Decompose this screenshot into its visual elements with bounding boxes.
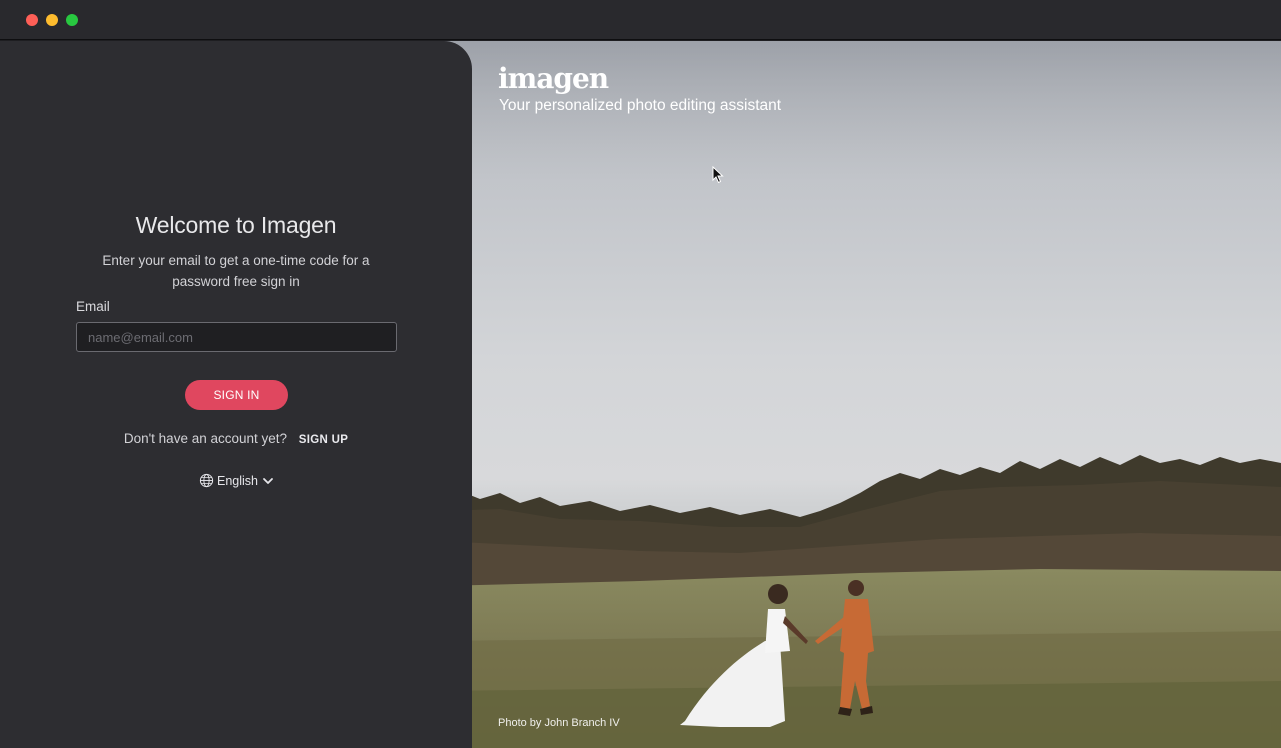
hero-photo-illustration [440, 41, 1281, 748]
email-input[interactable] [76, 322, 397, 352]
title-bar [0, 0, 1281, 40]
hero-tagline: Your personalized photo editing assistan… [499, 97, 782, 114]
no-account-text: Don't have an account yet? [123, 431, 288, 446]
imagen-logo: imagen [498, 62, 609, 95]
hero-photo [440, 41, 1281, 748]
globe-icon [199, 473, 214, 488]
zoom-window-button[interactable] [66, 14, 78, 26]
welcome-title: Welcome to Imagen [135, 212, 337, 238]
signup-row: Don't have an account yet? SIGN UP [0, 431, 472, 446]
chevron-down-icon [263, 477, 273, 484]
language-label: English [217, 473, 258, 488]
photo-credit: Photo by John Branch IV [498, 717, 620, 729]
sign-up-link[interactable]: SIGN UP [299, 434, 348, 446]
sign-in-button[interactable]: SIGN IN [185, 380, 288, 410]
login-subtitle: Enter your email to get a one-time code … [102, 253, 370, 289]
email-label: Email [76, 299, 110, 314]
minimize-window-button[interactable] [46, 14, 58, 26]
app-window: Welcome to Imagen Enter your email to ge… [0, 0, 1281, 748]
language-selector[interactable]: English [199, 473, 274, 488]
mouse-cursor-icon [712, 166, 724, 184]
close-window-button[interactable] [26, 14, 38, 26]
